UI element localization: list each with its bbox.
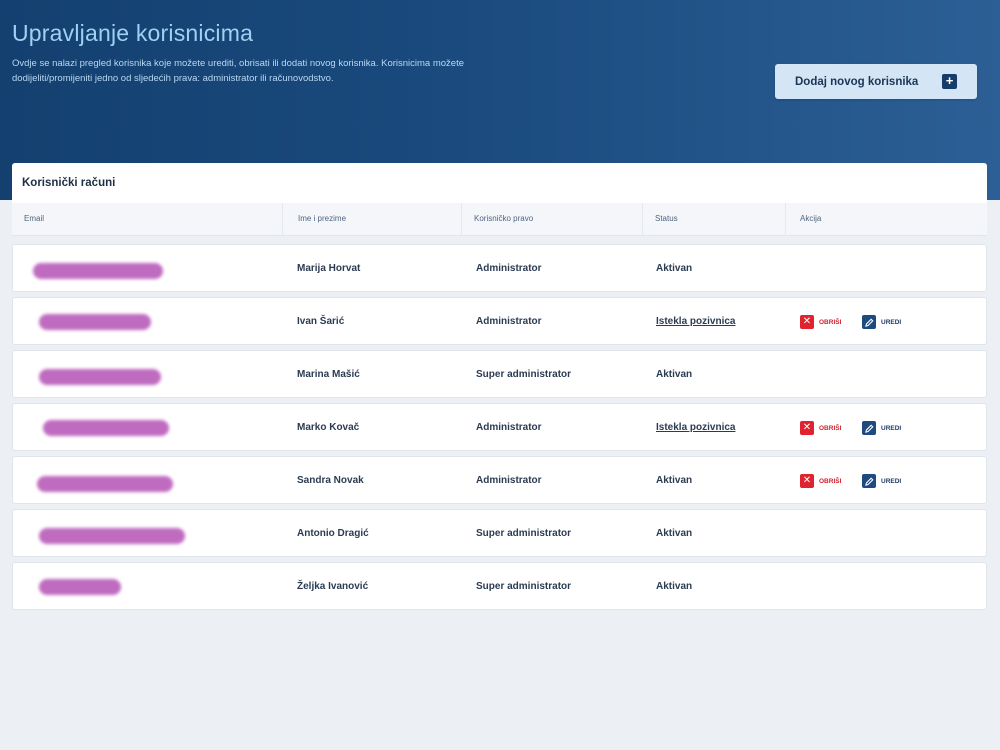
role-cell: Administrator	[476, 475, 542, 486]
column-divider	[785, 203, 786, 236]
role-cell: Administrator	[476, 316, 542, 327]
table-row: Antonio Dragić Super administrator Aktiv…	[12, 509, 987, 557]
delete-button[interactable]: ✕ OBRIŠI	[800, 315, 841, 329]
status-link[interactable]: Istekla pozivnica	[656, 316, 735, 327]
pencil-icon	[862, 474, 876, 488]
email-cell	[27, 467, 173, 495]
name-cell: Željka Ivanović	[297, 581, 369, 592]
close-icon: ✕	[800, 474, 814, 488]
status-cell: Aktivan	[656, 263, 693, 274]
status-cell: Aktivan	[656, 528, 693, 539]
column-header-status: Status	[655, 214, 678, 223]
pencil-icon	[862, 421, 876, 435]
table-header: Email Ime i prezime Korisničko pravo Sta…	[12, 203, 987, 236]
close-icon: ✕	[800, 315, 814, 329]
column-header-email: Email	[24, 214, 45, 223]
email-cell	[27, 361, 161, 388]
card-title: Korisnički računi	[12, 163, 987, 203]
delete-button[interactable]: ✕ OBRIŠI	[800, 421, 841, 435]
status-cell: Aktivan	[656, 369, 693, 380]
redacted-email	[39, 528, 185, 544]
table-row: Marko Kovač Administrator Istekla pozivn…	[12, 403, 987, 451]
redacted-email	[39, 314, 151, 330]
column-header-name: Ime i prezime	[298, 214, 347, 223]
role-cell: Super administrator	[476, 581, 572, 592]
role-cell: Super administrator	[476, 369, 572, 380]
column-divider	[642, 203, 643, 236]
table-row: Marina Mašić Super administrator Aktivan	[12, 350, 987, 398]
email-cell	[27, 573, 121, 598]
redacted-email	[39, 579, 121, 595]
redacted-email	[37, 476, 173, 492]
email-cell	[27, 308, 151, 333]
status-cell: Aktivan	[656, 581, 693, 592]
redacted-email	[33, 263, 163, 279]
status-cell: Aktivan	[656, 475, 693, 486]
add-user-button[interactable]: Dodaj novog korisnika +	[775, 64, 977, 99]
redacted-email	[39, 369, 161, 385]
delete-label: OBRIŠI	[819, 424, 842, 432]
delete-button[interactable]: ✕ OBRIŠI	[800, 474, 841, 488]
delete-label: OBRIŠI	[819, 477, 842, 485]
table-row: Marija Horvat Administrator Aktivan	[12, 244, 987, 292]
email-cell	[27, 255, 163, 282]
delete-label: OBRIŠI	[819, 318, 842, 326]
page-description: Ovdje se nalazi pregled korisnika koje m…	[12, 58, 464, 84]
table-row: Sandra Novak Administrator Aktivan ✕ OBR…	[12, 456, 987, 504]
edit-label: UREDI	[881, 424, 902, 432]
email-cell	[27, 414, 169, 439]
column-divider	[282, 203, 283, 236]
name-cell: Antonio Dragić	[297, 528, 369, 539]
column-header-action: Akcija	[800, 214, 822, 223]
pencil-icon	[862, 315, 876, 329]
plus-icon: +	[942, 74, 957, 89]
role-cell: Administrator	[476, 422, 542, 433]
edit-label: UREDI	[881, 318, 902, 326]
edit-label: UREDI	[881, 477, 902, 485]
name-cell: Marija Horvat	[297, 263, 361, 274]
edit-button[interactable]: UREDI	[862, 315, 901, 329]
edit-button[interactable]: UREDI	[862, 474, 901, 488]
role-cell: Super administrator	[476, 528, 572, 539]
status-link[interactable]: Istekla pozivnica	[656, 422, 735, 433]
table-row: Ivan Šarić Administrator Istekla pozivni…	[12, 297, 987, 345]
name-cell: Marina Mašić	[297, 369, 360, 380]
role-cell: Administrator	[476, 263, 542, 274]
name-cell: Ivan Šarić	[297, 316, 345, 327]
table-row: Željka Ivanović Super administrator Akti…	[12, 562, 987, 610]
close-icon: ✕	[800, 421, 814, 435]
page-title: Upravljanje korisnicima	[12, 20, 254, 46]
column-header-role: Korisničko pravo	[474, 214, 534, 223]
redacted-email	[43, 420, 169, 436]
edit-button[interactable]: UREDI	[862, 421, 901, 435]
email-cell	[27, 520, 185, 547]
name-cell: Marko Kovač	[297, 422, 360, 433]
column-divider	[461, 203, 462, 236]
add-user-button-label: Dodaj novog korisnika	[795, 75, 919, 88]
name-cell: Sandra Novak	[297, 475, 364, 486]
